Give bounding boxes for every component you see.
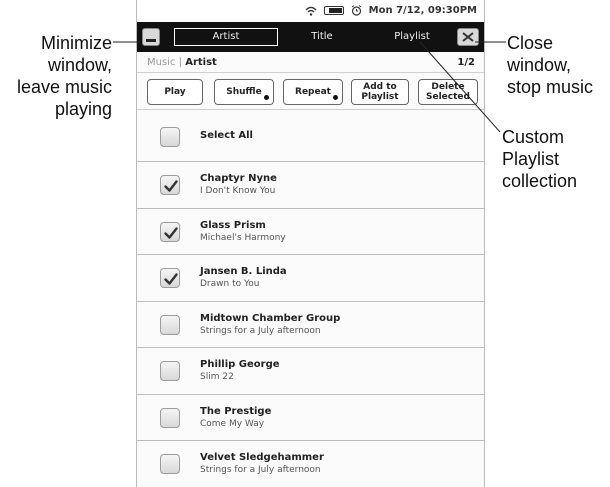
callout-lines (113, 41, 506, 133)
callout-line-playlist (419, 41, 501, 133)
